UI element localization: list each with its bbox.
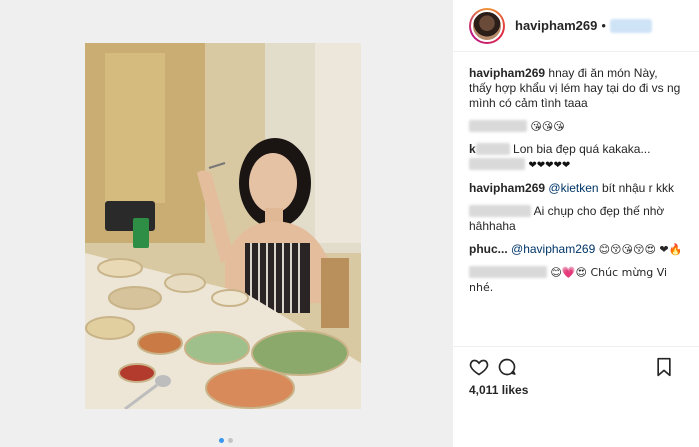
carousel-dots [0,438,452,443]
comment-text: 😘😘😘 [530,120,565,133]
comment-item: 😘😘😘 [469,119,683,134]
comment-username-blurred[interactable] [469,158,525,170]
photo-illustration [85,43,361,409]
carousel-dot[interactable] [228,438,233,443]
caption: havipham269 hnay đi ăn món Này, thấy hợp… [469,66,683,111]
media-pane [0,0,452,447]
post-actions: 4,011 likes [453,346,699,397]
action-bar [469,353,683,381]
comment-username-blurred[interactable] [469,266,547,278]
follow-button-blurred[interactable] [609,18,652,33]
header-username[interactable]: havipham269 [515,18,597,33]
comment-icon[interactable] [497,353,525,381]
comment-list: havipham269 hnay đi ăn món Này, thấy hợp… [453,52,699,295]
comment-text: ❤❤❤❤❤ [528,160,571,171]
post-header: havipham269 • [453,0,699,52]
comment-username-blurred[interactable] [469,205,531,217]
avatar-image [471,9,503,42]
post-side-panel: havipham269 • havipham269 hnay đi ăn món… [452,0,699,447]
comment-username-blurred[interactable] [475,143,510,155]
header-separator: • [601,18,606,33]
comment-text: bít nhậu r kkk [601,181,674,195]
post-photo[interactable] [85,43,361,409]
comment-text: 😊😚😘😚😍 ❤🔥 [598,243,683,256]
comment-text: Lon bia đẹp quá kakaka... [513,142,651,156]
comment-mention[interactable]: @kietken [548,181,598,195]
bookmark-icon[interactable] [655,353,683,381]
comment-item: 😊💗😍 Chúc mừng Vi nhé. [469,265,683,295]
comment-item: havipham269 @kietken bít nhậu r kkk [469,181,683,196]
comment-item: Ai chụp cho đẹp thế nhờ hâhhaha [469,204,683,234]
heart-icon[interactable] [469,353,497,381]
avatar[interactable] [469,7,505,44]
comment-username-blurred[interactable] [469,120,527,132]
comment-item: phuc... @havipham269 😊😚😘😚😍 ❤🔥 [469,242,683,257]
comment-username[interactable]: phuc... [469,242,508,256]
comment-username[interactable]: havipham269 [469,181,545,195]
comment-item: k Lon bia đẹp quá kakaka... ❤❤❤❤❤ [469,142,683,173]
like-count[interactable]: 4,011 likes [469,383,683,397]
comment-username[interactable]: k [469,142,476,156]
comment-mention[interactable]: @havipham269 [511,242,595,256]
carousel-dot-active[interactable] [219,438,224,443]
comment-username[interactable]: havipham269 [469,66,545,80]
